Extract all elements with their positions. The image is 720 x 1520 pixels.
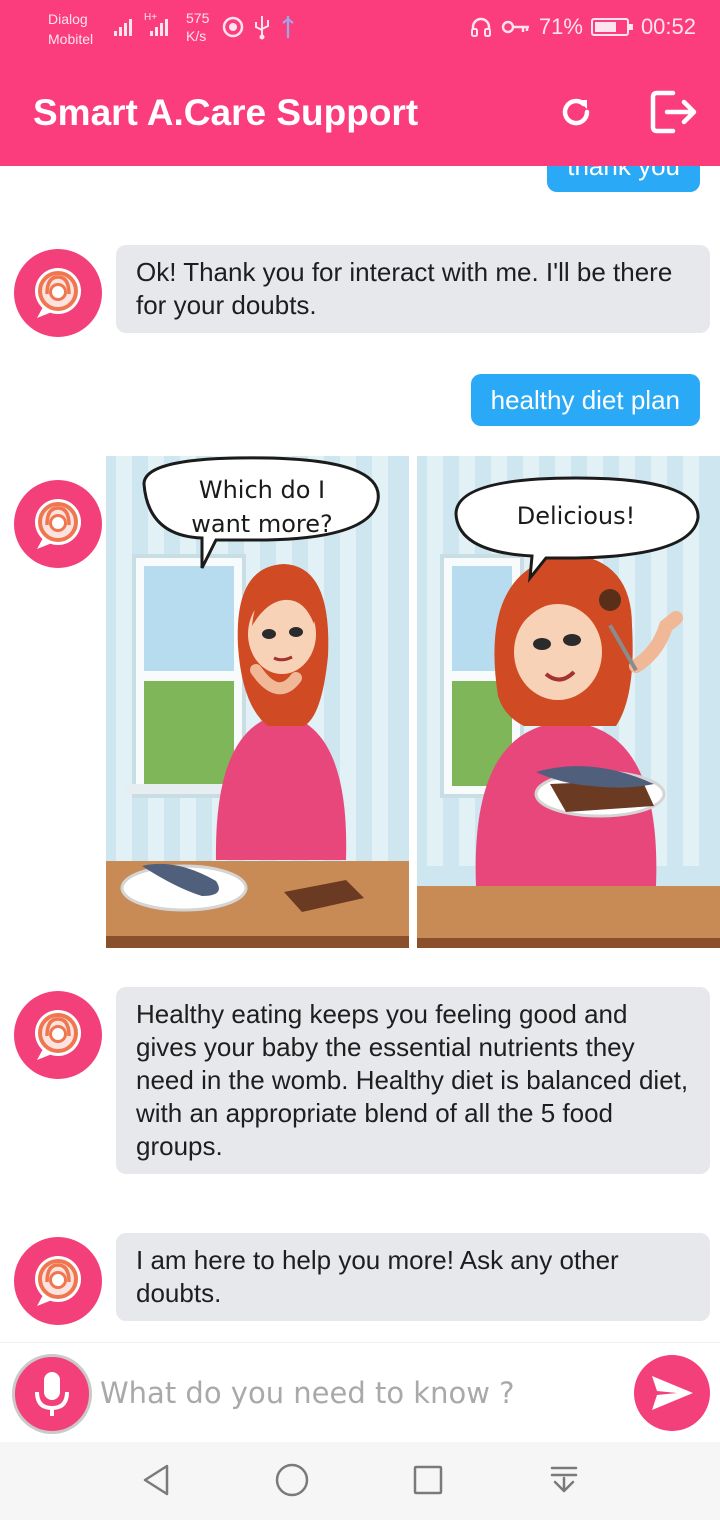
bot-message: Ok! Thank you for interact with me. I'll… [116, 245, 710, 333]
bot-avatar-icon [35, 268, 81, 318]
signal-icon [150, 16, 168, 36]
nav-notifications-button[interactable] [542, 1458, 586, 1502]
headset-icon [470, 17, 491, 37]
send-icon [652, 1376, 693, 1410]
status-right: 71% 00:52 [469, 12, 696, 42]
user-message: thank you [547, 166, 700, 192]
record-icon [222, 16, 244, 38]
speech-line: Delicious! [517, 502, 635, 530]
battery-percent: 71% [538, 14, 583, 39]
clock: 00:52 [640, 14, 696, 39]
carrier-line1: Dialog [48, 11, 88, 27]
usb-icon [255, 16, 269, 40]
bot-avatar-icon [35, 1010, 81, 1060]
nav-recents-button[interactable] [406, 1458, 450, 1502]
battery-icon [590, 18, 633, 36]
bot-message: Healthy eating keeps you feeling good an… [116, 987, 710, 1174]
bot-message: I am here to help you more! Ask any othe… [116, 1233, 710, 1321]
diet-illustration[interactable]: Which do I want more? Delicious! [106, 456, 720, 948]
bot-avatar-icon [35, 499, 81, 549]
bot-avatar [14, 249, 102, 337]
carrier-line2: Mobitel [48, 31, 94, 47]
notification-pull-icon [550, 1466, 578, 1493]
system-nav-bar [0, 1442, 720, 1520]
bot-avatar [14, 480, 102, 568]
net-speed: 575 K/s [186, 9, 209, 45]
status-bar: Dialog Mobitel H+ 575 K/s 71% 00:52 [0, 0, 720, 56]
voice-input-button[interactable] [12, 1354, 92, 1434]
logout-icon [650, 90, 697, 134]
illustration-panel-left: Which do I want more? [106, 456, 409, 948]
battery-level [594, 22, 616, 32]
send-button[interactable] [634, 1355, 710, 1431]
nav-back-button[interactable] [134, 1458, 178, 1502]
usb-debug-icon [282, 16, 294, 38]
speech-bubble-right: Delicious! [517, 502, 635, 530]
bot-avatar [14, 1237, 102, 1325]
refresh-button[interactable] [548, 84, 604, 140]
net-speed-unit: K/s [186, 28, 207, 44]
bot-avatar [14, 991, 102, 1079]
microphone-icon [35, 1372, 69, 1416]
speech-line: Which do I [199, 476, 325, 504]
signal-icon [114, 16, 132, 36]
net-speed-value: 575 [186, 10, 210, 26]
logout-button[interactable] [644, 84, 700, 140]
chat-area[interactable]: thank you Ok! Thank you for interact wit… [0, 166, 720, 1342]
app-bar: Dialog Mobitel H+ 575 K/s 71% 00:52 Smar… [0, 0, 720, 166]
illustration-panel-right: Delicious! [417, 456, 720, 948]
nav-home-button[interactable] [270, 1458, 314, 1502]
page-title: Smart A.Care Support [33, 92, 419, 133]
user-message: healthy diet plan [470, 374, 700, 426]
recents-icon [413, 1465, 443, 1495]
back-icon [143, 1464, 169, 1496]
input-bar [0, 1342, 720, 1442]
refresh-icon [562, 98, 590, 126]
vpn-key-icon [501, 20, 529, 34]
bot-avatar-icon [35, 1256, 81, 1306]
message-input[interactable] [100, 1365, 620, 1421]
home-icon [275, 1463, 309, 1497]
carrier-label: Dialog Mobitel [48, 9, 93, 49]
speech-line: want more? [191, 510, 333, 538]
